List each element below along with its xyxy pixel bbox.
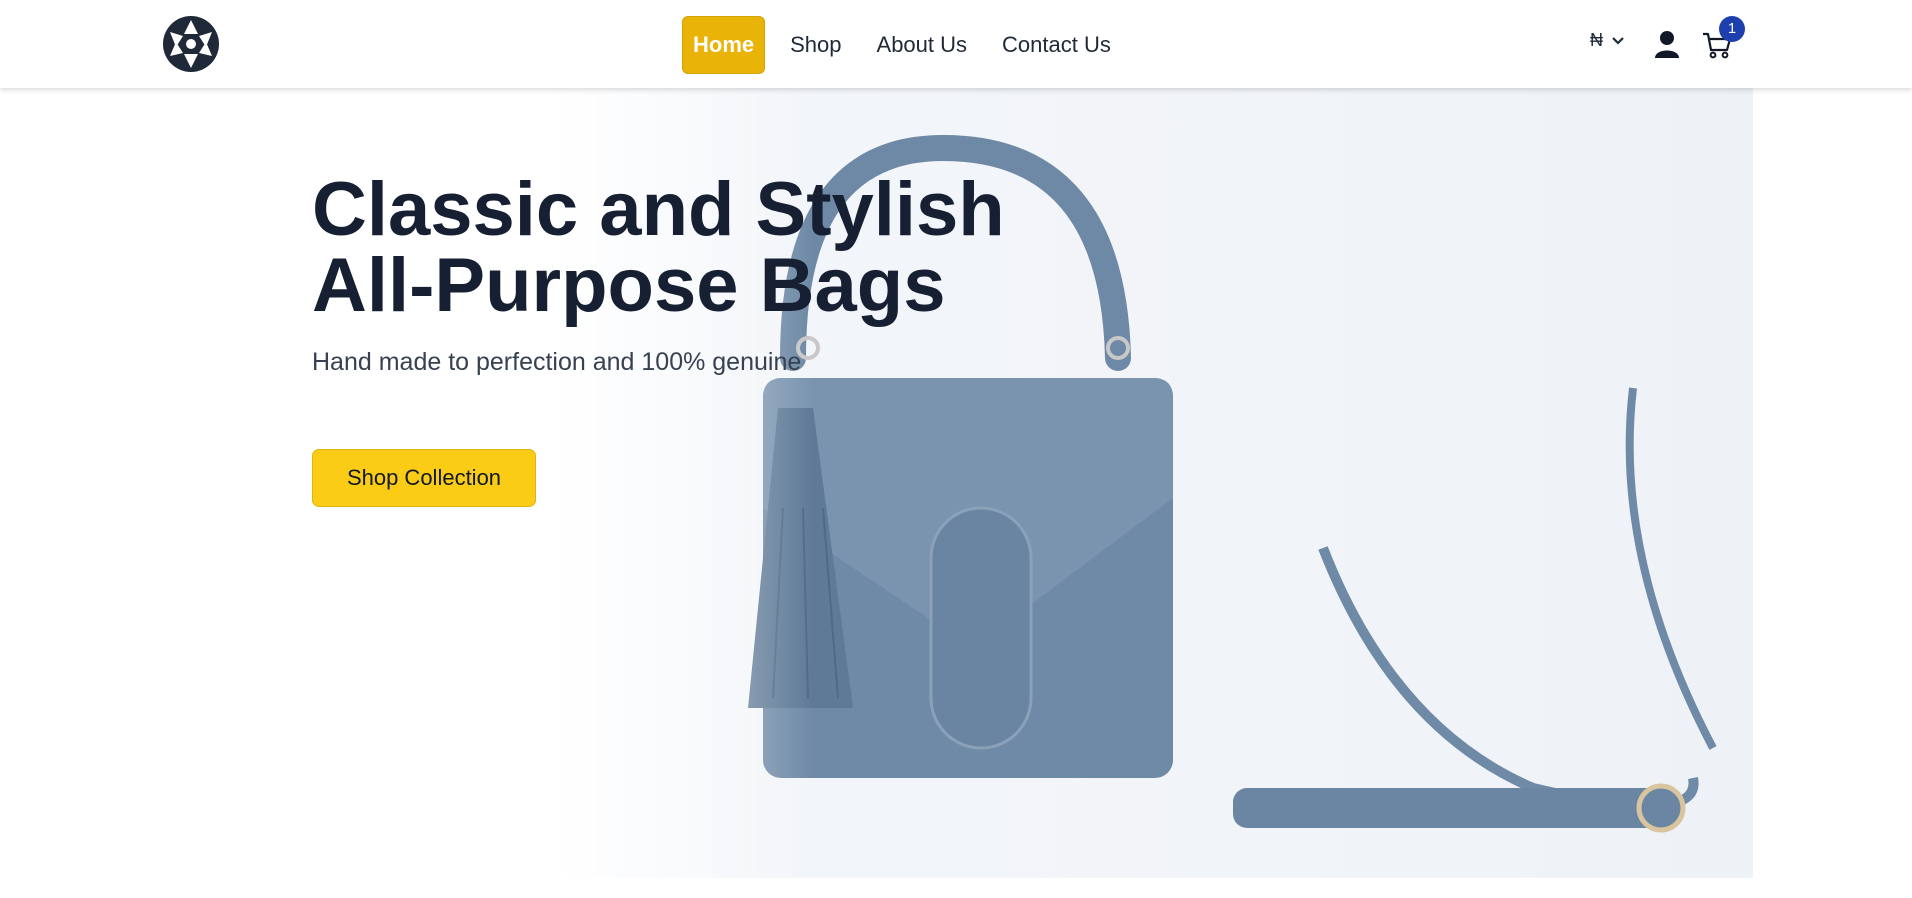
- nav-home[interactable]: Home: [682, 16, 766, 74]
- cart-count-badge: 1: [1719, 16, 1745, 42]
- nav-contact-us[interactable]: Contact Us: [992, 17, 1121, 73]
- currency-selector[interactable]: ₦: [1590, 30, 1625, 51]
- nav-about-us[interactable]: About Us: [867, 17, 978, 73]
- main-nav: Home Shop About Us Contact Us: [682, 16, 1136, 74]
- hero-title-line-1: Classic and Stylish: [312, 167, 1005, 252]
- hero-subtitle: Hand made to perfection and 100% genuine: [312, 348, 802, 376]
- chevron-down-icon: [1612, 36, 1624, 45]
- hero-title: Classic and Stylish All-Purpose Bags: [312, 172, 1005, 324]
- navbar: Home Shop About Us Contact Us ₦ 1: [0, 0, 1912, 88]
- hero-title-line-2: All-Purpose Bags: [312, 243, 946, 328]
- user-icon[interactable]: [1654, 30, 1680, 58]
- shop-collection-button[interactable]: Shop Collection: [312, 449, 536, 507]
- nav-shop[interactable]: Shop: [780, 17, 851, 73]
- currency-symbol: ₦: [1590, 30, 1603, 50]
- logo-icon[interactable]: [162, 15, 220, 73]
